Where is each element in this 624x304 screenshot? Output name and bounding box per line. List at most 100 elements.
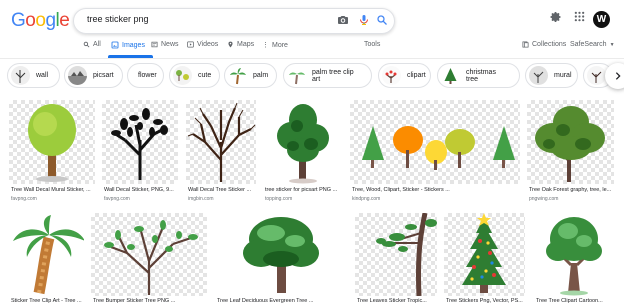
result-source: favpng.com (104, 196, 130, 202)
collections-link[interactable]: Collections (522, 41, 566, 48)
result-card[interactable]: Tree Tree Clipart Cartoon... (534, 213, 616, 304)
chip-thumbnail (173, 66, 192, 85)
microphone-icon[interactable] (358, 14, 372, 28)
search-box[interactable]: tree sticker png (73, 8, 395, 34)
search-icon[interactable] (376, 14, 390, 28)
result-card[interactable]: Tree Wall Decal Mural Sticker, ... favpn… (9, 100, 95, 208)
chip-picsart[interactable]: picsart (64, 63, 123, 88)
result-card[interactable]: Tree Leaves Sticker Tropic... (355, 213, 439, 304)
chip-label: picsart (93, 72, 114, 79)
tab-label: Maps (237, 41, 255, 48)
result-title[interactable]: Wall Decal Sticker, PNG, 9... (104, 187, 180, 193)
chip-cute[interactable]: cute (169, 63, 220, 88)
tab-more[interactable]: ⋮ More (262, 41, 288, 50)
chip-christmas-tree[interactable]: christmas tree (437, 63, 520, 88)
logo-letter: o (25, 10, 36, 31)
result-image[interactable] (534, 213, 614, 296)
map-pin-icon (228, 41, 233, 48)
result-image[interactable] (9, 100, 95, 184)
chip-thumbnail (529, 66, 548, 85)
search-tabs: All Images News Videos Maps ⋮ More Tools… (0, 36, 624, 59)
result-card[interactable]: Wall Decal Tree Sticker ... imgbin.com (186, 100, 256, 208)
chip-wall[interactable]: wall (7, 63, 60, 88)
result-source: kindpng.com (352, 196, 381, 202)
gear-icon[interactable] (550, 11, 562, 23)
result-card[interactable]: Wall Decal Sticker, PNG, 9... favpng.com (102, 100, 178, 208)
result-image[interactable] (102, 100, 178, 184)
result-title[interactable]: Tree Bumper Sticker Tree PNG ... (93, 298, 209, 304)
result-source: topping.com (265, 196, 293, 202)
result-image[interactable] (215, 213, 348, 296)
google-logo[interactable]: Google (11, 10, 70, 32)
result-title[interactable]: tree sticker for picsart PNG ... (265, 187, 344, 193)
caret-down-icon: ▼ (609, 41, 615, 48)
result-title[interactable]: Tree Oak Forest graphy, tree, le... (529, 187, 616, 193)
result-title[interactable]: Tree Wall Decal Mural Sticker, ... (11, 187, 97, 193)
tab-videos[interactable]: Videos (187, 41, 218, 48)
chip-label: flower (138, 72, 157, 79)
result-title[interactable]: Tree Leaf Deciduous Evergreen Tree ... (217, 298, 350, 304)
tools-button[interactable]: Tools (364, 41, 380, 48)
safesearch-menu[interactable]: SafeSearch ▼ (570, 41, 615, 48)
result-card[interactable]: Tree Leaf Deciduous Evergreen Tree ... (215, 213, 350, 304)
chip-label: palm (253, 72, 269, 79)
tab-news[interactable]: News (151, 41, 179, 48)
result-card[interactable]: Sticker Tree Clip Art - Tree ... (9, 213, 86, 304)
chip-thumbnail (287, 66, 306, 85)
result-image[interactable] (263, 100, 342, 184)
result-title[interactable]: Sticker Tree Clip Art - Tree ... (11, 298, 86, 304)
chip-label: palm tree clip art (312, 68, 354, 83)
video-icon (187, 41, 194, 48)
account-avatar[interactable]: W (593, 11, 610, 28)
chips-next-button[interactable] (605, 63, 624, 89)
image-icon (111, 41, 119, 49)
result-card[interactable]: Tree, Wood, Clipart, Sticker - Stickers … (350, 100, 520, 208)
logo-letter: g (45, 10, 56, 31)
news-icon (151, 41, 158, 48)
chip-thumbnail (441, 66, 460, 85)
tab-images[interactable]: Images (111, 41, 145, 49)
chevron-right-icon (615, 72, 621, 80)
chip-clipart[interactable]: clipart (378, 63, 431, 88)
tab-label: More (272, 41, 288, 49)
chip-mural[interactable]: mural (525, 63, 578, 88)
tab-label: Videos (197, 41, 219, 48)
result-image[interactable] (355, 213, 437, 296)
result-title[interactable]: Tree, Wood, Clipart, Sticker - Stickers … (352, 187, 522, 193)
result-image[interactable] (527, 100, 614, 184)
result-title[interactable]: Wall Decal Tree Sticker ... (188, 187, 258, 193)
chip-palm[interactable]: palm (224, 63, 277, 88)
tab-all[interactable]: All (83, 41, 101, 48)
result-card[interactable]: Tree Oak Forest graphy, tree, le... pngw… (527, 100, 614, 208)
camera-icon[interactable] (337, 14, 351, 28)
logo-letter: o (35, 10, 46, 31)
search-input[interactable]: tree sticker png (87, 14, 149, 24)
more-vert-icon: ⋮ (262, 42, 269, 49)
result-image[interactable] (9, 213, 84, 296)
tab-maps[interactable]: Maps (227, 41, 254, 48)
chip-thumbnail (68, 66, 87, 85)
chip-thumbnail (382, 66, 401, 85)
result-card[interactable]: tree sticker for picsart PNG ... topping… (263, 100, 342, 208)
tab-label: All (93, 41, 101, 48)
result-source: imgbin.com (188, 196, 214, 202)
result-title[interactable]: Tree Tree Clipart Cartoon... (536, 298, 616, 304)
chip-palm-tree-clip-art[interactable]: palm tree clip art (283, 63, 372, 88)
search-icon (83, 41, 90, 48)
result-image[interactable] (186, 100, 256, 184)
result-title[interactable]: Tree Leaves Sticker Tropic... (357, 298, 439, 304)
result-card[interactable]: Tree Stickers Png, Vector, PS... (444, 213, 527, 304)
chip-thumbnail (587, 66, 606, 85)
result-image[interactable] (350, 100, 520, 184)
chip-flower[interactable]: flower (127, 63, 164, 88)
related-searches: wall picsart flower cute palm palm tree … (0, 61, 624, 91)
result-image[interactable] (91, 213, 207, 296)
result-source: favpng.com (11, 196, 37, 202)
apps-grid-icon[interactable] (574, 11, 585, 22)
result-card[interactable]: Tree Bumper Sticker Tree PNG ... (91, 213, 209, 304)
logo-letter: e (59, 10, 70, 31)
result-image[interactable] (444, 213, 525, 296)
chip-label: christmas tree (466, 68, 496, 83)
result-title[interactable]: Tree Stickers Png, Vector, PS... (446, 298, 527, 304)
chip-thumbnail (228, 66, 247, 85)
